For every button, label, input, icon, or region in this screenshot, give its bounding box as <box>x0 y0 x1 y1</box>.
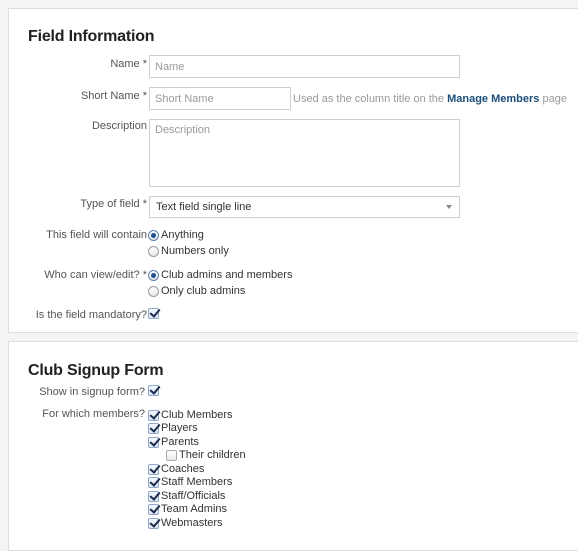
name-label: Name * <box>110 58 147 70</box>
field-information-title: Field Information <box>28 28 155 45</box>
checkbox-checked[interactable] <box>148 463 159 475</box>
short-name-label: Short Name * <box>80 90 147 102</box>
radio-button[interactable] <box>148 285 159 297</box>
member-option-coaches[interactable]: Coaches <box>148 462 204 476</box>
member-option-their-children[interactable]: Their children <box>166 448 246 462</box>
mandatory-label: Is the field mandatory? <box>35 309 147 321</box>
radio-label: Only club admins <box>161 285 246 297</box>
radio-option-numbers-only[interactable]: Numbers only <box>148 244 229 258</box>
member-option-players[interactable]: Players <box>148 421 198 435</box>
member-option-club-members[interactable]: Club Members <box>148 408 233 422</box>
checkbox-label: Team Admins <box>161 503 228 515</box>
manage-members-link[interactable]: Manage Members <box>447 93 539 105</box>
short-name-input[interactable] <box>149 87 291 110</box>
checkbox-label: Webmasters <box>161 517 223 529</box>
field-information-panel: Field Information Name * Short Name * Us… <box>8 8 578 333</box>
radio-label: Club admins and members <box>161 269 293 281</box>
member-option-parents[interactable]: Parents <box>148 435 199 449</box>
checkbox-label: Staff Members <box>161 476 233 488</box>
for-which-members-label: For which members? <box>42 408 145 420</box>
checkbox-label: Their children <box>179 449 246 461</box>
who-can-view-label: Who can view/edit? * <box>44 269 147 281</box>
checkbox-label: Players <box>161 422 198 434</box>
checkbox-checked[interactable] <box>148 409 159 421</box>
radio-label: Anything <box>161 229 204 241</box>
description-label: Description <box>91 120 147 132</box>
name-input[interactable] <box>149 55 460 78</box>
type-of-field-value: Text field single line <box>156 201 252 213</box>
member-option-team-admins[interactable]: Team Admins <box>148 502 227 516</box>
member-option-staff-members[interactable]: Staff Members <box>148 475 232 489</box>
club-signup-form-title: Club Signup Form <box>28 362 164 379</box>
checkbox-label: Coaches <box>161 463 205 475</box>
member-option-staff-officials[interactable]: Staff/Officials <box>148 489 225 503</box>
mandatory-checkbox[interactable] <box>148 307 159 319</box>
radio-button-selected[interactable] <box>148 269 159 281</box>
show-in-signup-checkbox-wrap[interactable] <box>148 383 161 397</box>
type-of-field-select[interactable]: Text field single line <box>149 196 460 218</box>
checkbox-checked[interactable] <box>148 503 159 515</box>
radio-option-only-admins[interactable]: Only club admins <box>148 284 245 298</box>
show-in-signup-label: Show in signup form? <box>39 386 145 398</box>
checkbox-label: Parents <box>161 436 199 448</box>
radio-label: Numbers only <box>161 245 229 257</box>
checkbox-label: Club Members <box>161 409 233 421</box>
checkbox-checked[interactable] <box>148 517 159 529</box>
dropdown-caret-icon <box>446 205 452 209</box>
radio-option-admins-and-members[interactable]: Club admins and members <box>148 268 292 282</box>
radio-option-anything[interactable]: Anything <box>148 228 204 242</box>
checkbox-checked[interactable] <box>148 490 159 502</box>
radio-button[interactable] <box>148 245 159 257</box>
description-textarea[interactable] <box>149 119 460 187</box>
checkbox-label: Staff/Officials <box>161 490 226 502</box>
hint-suffix: page <box>542 93 567 105</box>
radio-button-selected[interactable] <box>148 229 159 241</box>
type-of-field-label: Type of field * <box>80 198 147 210</box>
member-option-webmasters[interactable]: Webmasters <box>148 516 223 530</box>
hint-prefix: Used as the column title on the <box>293 93 445 105</box>
checkbox-unchecked[interactable] <box>166 449 177 461</box>
club-signup-form-panel: Club Signup Form Show in signup form? Fo… <box>8 341 578 551</box>
checkbox-checked[interactable] <box>148 422 159 434</box>
checkbox-checked[interactable] <box>148 476 159 488</box>
checkbox-checked[interactable] <box>148 436 159 448</box>
field-contains-label: This field will contain <box>46 229 147 241</box>
short-name-hint: Used as the column title on the Manage M… <box>293 93 567 105</box>
mandatory-checkbox-wrap[interactable] <box>148 306 161 320</box>
show-in-signup-checkbox[interactable] <box>148 384 159 396</box>
